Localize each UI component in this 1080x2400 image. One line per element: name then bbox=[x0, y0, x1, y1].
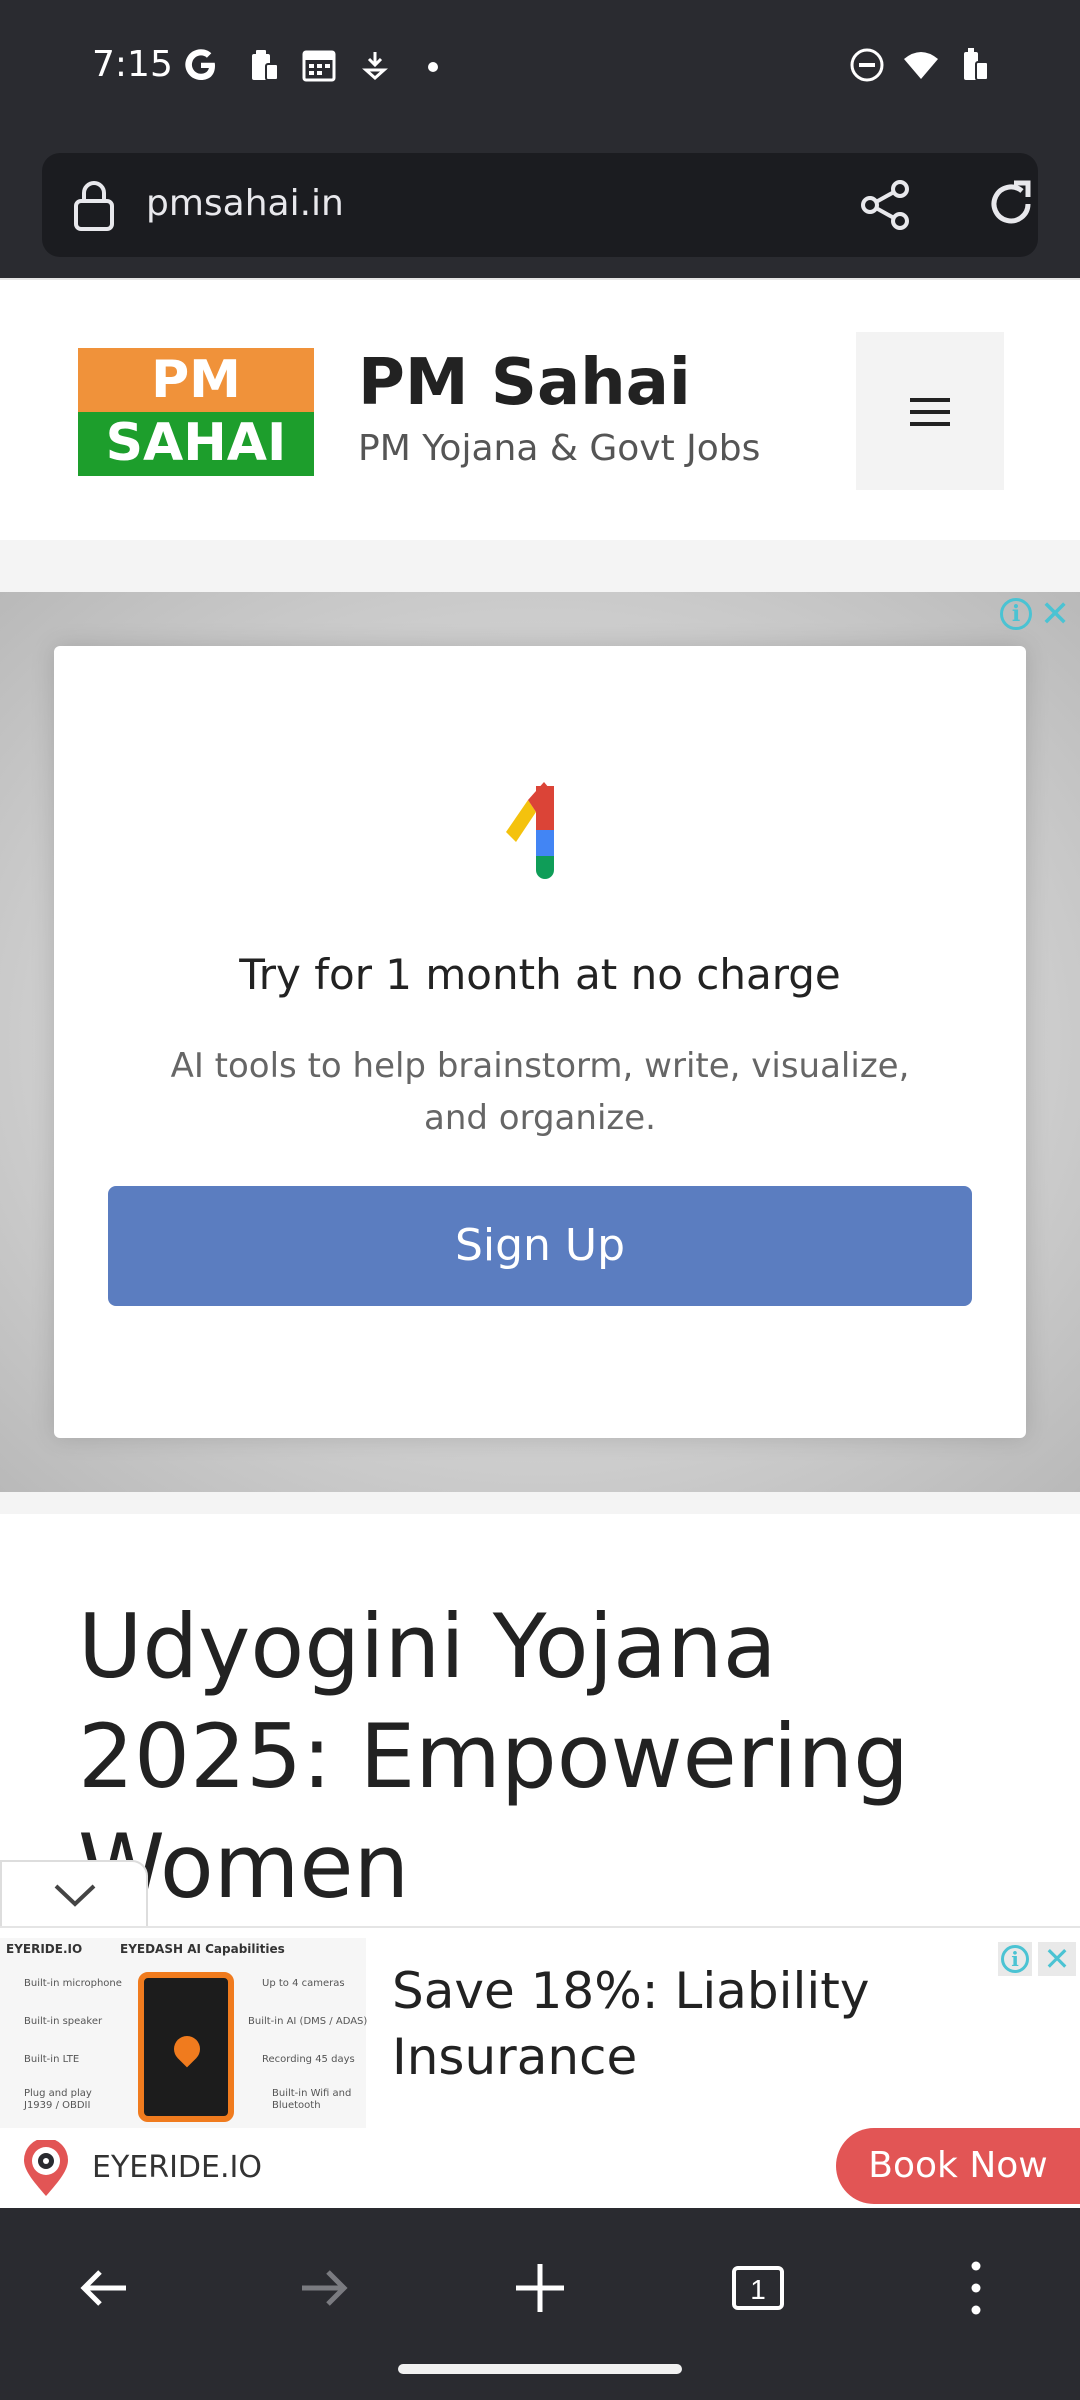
tab-count-icon[interactable]: 1 bbox=[718, 2248, 798, 2328]
site-title[interactable]: PM Sahai bbox=[358, 346, 691, 420]
hamburger-menu-button[interactable] bbox=[856, 332, 1004, 490]
chevron-down-icon[interactable] bbox=[52, 1880, 98, 1910]
menu-bar bbox=[910, 398, 950, 402]
new-tab-icon[interactable] bbox=[500, 2248, 580, 2328]
forward-icon[interactable] bbox=[284, 2248, 364, 2328]
google-icon bbox=[185, 49, 215, 80]
download-icon bbox=[362, 52, 388, 81]
tab-count: 1 bbox=[750, 2274, 766, 2305]
ad-description: AI tools to help brainstorm, write, visu… bbox=[170, 1046, 910, 1138]
advertiser-name[interactable]: EYERIDE.IO bbox=[92, 2150, 262, 2185]
image-brand-text: EYERIDE.IO bbox=[6, 1942, 83, 1956]
separator bbox=[0, 540, 1080, 592]
separator bbox=[0, 1492, 1080, 1514]
home-indicator[interactable] bbox=[398, 2364, 682, 2374]
image-feature-text: Plug and play J1939 / OBDII bbox=[24, 2088, 92, 2111]
tab-switcher-button[interactable]: 1 bbox=[718, 2248, 798, 2328]
share-icon[interactable] bbox=[858, 177, 914, 233]
battery-icon bbox=[964, 48, 989, 81]
ad-footer: EYERIDE.IO Book Now bbox=[0, 2128, 1080, 2208]
image-heading-text: EYEDASH AI Capabilities bbox=[120, 1942, 285, 1956]
image-feature-text: Built-in microphone bbox=[24, 1978, 122, 1989]
status-bar: 7:15 bbox=[0, 0, 1080, 140]
ad-info-icon[interactable]: i bbox=[998, 1942, 1032, 1976]
ad-close-icon[interactable]: ✕ bbox=[1040, 594, 1070, 635]
site-header: PM SAHAI PM Sahai PM Yojana & Govt Jobs bbox=[0, 278, 1080, 540]
dot-icon bbox=[428, 62, 438, 72]
menu-bar bbox=[910, 410, 950, 414]
dnd-icon bbox=[850, 48, 884, 82]
url-text[interactable]: pmsahai.in bbox=[146, 183, 344, 224]
logo-bottom-text: SAHAI bbox=[78, 412, 314, 476]
menu-bar bbox=[910, 422, 950, 426]
reload-icon[interactable] bbox=[982, 175, 1040, 233]
google-one-logo-icon bbox=[506, 782, 554, 879]
sign-up-button[interactable]: Sign Up bbox=[108, 1186, 972, 1306]
ad-card[interactable]: Try for 1 month at no charge AI tools to… bbox=[54, 646, 1026, 1438]
display-ad[interactable]: i ✕ Try for 1 month at no charge AI tool… bbox=[0, 592, 1080, 1492]
site-logo[interactable]: PM SAHAI bbox=[78, 348, 314, 476]
image-feature-text: Recording 45 days bbox=[262, 2054, 355, 2065]
location-pin-icon bbox=[168, 2030, 206, 2068]
ad-title: Try for 1 month at no charge bbox=[239, 950, 841, 999]
ad-product-image[interactable]: EYERIDE.IO EYEDASH AI Capabilities Built… bbox=[0, 1938, 368, 2130]
image-feature-text: Built-in AI (DMS / ADAS) bbox=[248, 2016, 368, 2027]
logo-top-text: PM bbox=[78, 348, 314, 412]
image-feature-text: Built-in Wifi and Bluetooth bbox=[272, 2088, 352, 2111]
advertiser-logo-icon bbox=[24, 2140, 68, 2196]
status-time: 7:15 bbox=[92, 44, 173, 85]
clipboard-icon bbox=[252, 50, 279, 81]
dashcam-device-image bbox=[138, 1972, 234, 2122]
ad-close-icon[interactable]: ✕ bbox=[1038, 1942, 1076, 1976]
ad-collapse-tab[interactable] bbox=[0, 1860, 148, 1926]
more-icon[interactable] bbox=[936, 2248, 1016, 2328]
browser-toolbar-top: pmsahai.in bbox=[0, 140, 1080, 278]
ad-info-icon[interactable]: i bbox=[1000, 598, 1032, 630]
bottom-banner-ad[interactable]: EYERIDE.IO EYEDASH AI Capabilities Built… bbox=[0, 1926, 1080, 2208]
image-feature-text: Built-in LTE bbox=[24, 2054, 80, 2065]
image-feature-text: Up to 4 cameras bbox=[262, 1978, 345, 1989]
site-tagline: PM Yojana & Govt Jobs bbox=[358, 428, 761, 469]
back-icon[interactable] bbox=[64, 2248, 144, 2328]
calendar-icon bbox=[302, 50, 336, 82]
lock-icon[interactable] bbox=[72, 179, 116, 233]
address-bar[interactable]: pmsahai.in bbox=[42, 153, 1038, 257]
ad-headline[interactable]: Save 18%: Liability Insurance bbox=[392, 1958, 992, 2090]
image-feature-text: Built-in speaker bbox=[24, 2016, 103, 2027]
wifi-icon bbox=[904, 52, 938, 79]
book-now-button[interactable]: Book Now bbox=[836, 2128, 1080, 2204]
